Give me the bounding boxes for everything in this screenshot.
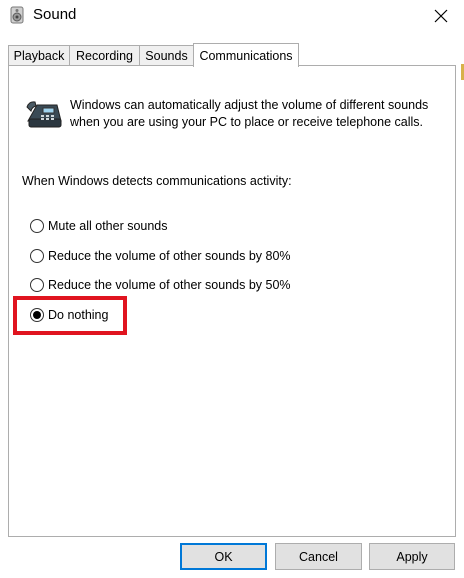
tab-recording[interactable]: Recording xyxy=(69,45,140,65)
detect-activity-label: When Windows detects communications acti… xyxy=(22,174,292,188)
apply-button[interactable]: Apply xyxy=(369,543,455,570)
radio-reduce-80[interactable]: Reduce the volume of other sounds by 80% xyxy=(30,247,291,265)
radio-selected-dot xyxy=(33,311,41,319)
radio-button[interactable] xyxy=(30,219,44,233)
close-icon xyxy=(434,9,448,22)
radio-mute-all[interactable]: Mute all other sounds xyxy=(30,217,168,235)
close-button[interactable] xyxy=(418,0,464,31)
tab-playback[interactable]: Playback xyxy=(8,45,70,65)
tab-sounds[interactable]: Sounds xyxy=(139,45,194,65)
radio-label: Do nothing xyxy=(48,308,109,322)
cancel-button[interactable]: Cancel xyxy=(275,543,362,570)
telephone-icon xyxy=(26,101,62,128)
radio-button[interactable] xyxy=(30,308,44,322)
tab-communications[interactable]: Communications xyxy=(193,43,299,67)
ok-button[interactable]: OK xyxy=(180,543,267,570)
radio-label: Reduce the volume of other sounds by 50% xyxy=(48,278,291,292)
radio-button[interactable] xyxy=(30,249,44,263)
radio-label: Mute all other sounds xyxy=(48,219,168,233)
communications-panel: Windows can automatically adjust the vol… xyxy=(8,65,456,537)
radio-reduce-50[interactable]: Reduce the volume of other sounds by 50% xyxy=(30,276,291,294)
speaker-icon xyxy=(10,6,24,24)
title-bar: Sound xyxy=(0,0,464,31)
communications-description: Windows can automatically adjust the vol… xyxy=(70,98,429,129)
radio-do-nothing[interactable]: Do nothing xyxy=(30,306,108,324)
window-title: Sound xyxy=(33,6,77,23)
radio-button[interactable] xyxy=(30,278,44,292)
radio-label: Reduce the volume of other sounds by 80% xyxy=(48,249,291,263)
